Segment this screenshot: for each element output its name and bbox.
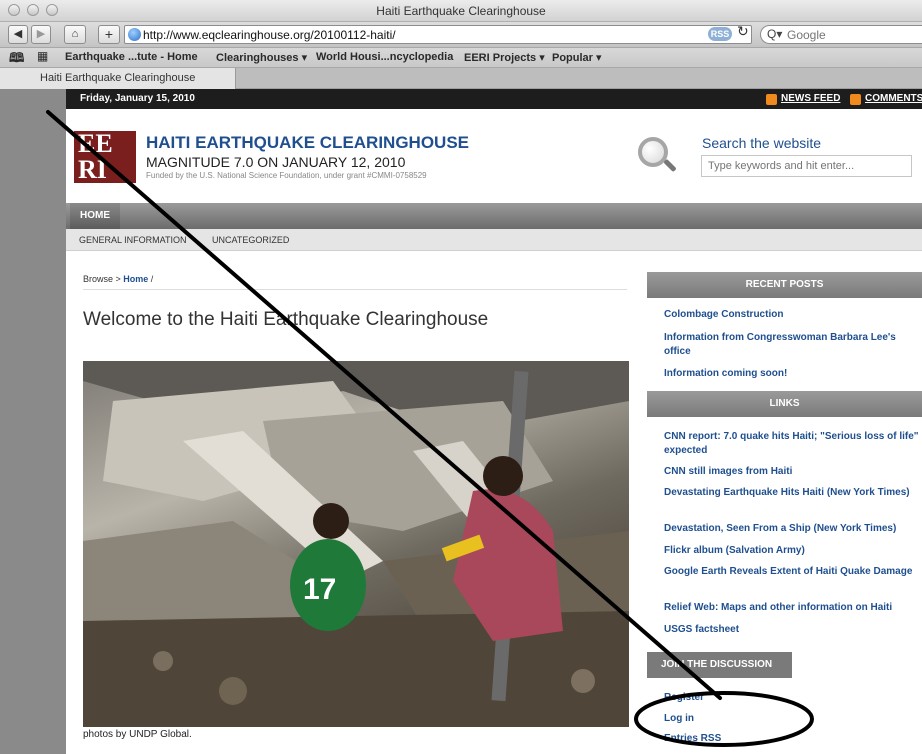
nav-uncategorized[interactable]: UNCATEGORIZED: [212, 235, 289, 245]
magnifier-icon: [638, 137, 677, 175]
jersey-number: 17: [303, 573, 336, 606]
search-bar[interactable]: Q▾: [760, 25, 922, 44]
rss-button[interactable]: RSS: [708, 27, 732, 41]
reload-icon[interactable]: ↻: [737, 23, 749, 40]
eeri-logo[interactable]: EE RI: [74, 131, 136, 183]
breadcrumb-suffix: /: [148, 274, 154, 284]
rss-comments-icon: [850, 94, 861, 105]
search-label: Search the website: [702, 135, 822, 151]
address-bar[interactable]: [124, 25, 752, 44]
site-title[interactable]: HAITI EARTHQUAKE CLEARINGHOUSE: [146, 133, 469, 153]
breadcrumb-prefix: Browse >: [83, 274, 124, 284]
news-feed-link[interactable]: NEWS FEED: [781, 93, 840, 104]
back-arrow-icon: ◀: [13, 28, 23, 40]
date-bar: Friday, January 15, 2010 NEWS FEED COMME…: [66, 89, 922, 109]
links-heading: LINKS: [647, 391, 922, 417]
photo-illustration: 17: [83, 361, 629, 727]
external-link[interactable]: Relief Web: Maps and other information o…: [664, 601, 920, 615]
bookmark-item[interactable]: World Housi...ncyclopedia: [316, 51, 453, 63]
divider: [83, 289, 627, 290]
bookmark-item[interactable]: EERI Projects ▾: [464, 51, 545, 64]
plus-icon: +: [104, 26, 114, 42]
photo-caption: photos by UNDP Global.: [83, 729, 192, 740]
globe-icon: [128, 28, 141, 41]
site-subtitle: MAGNITUDE 7.0 ON JANUARY 12, 2010: [146, 154, 406, 170]
nav-general-information[interactable]: GENERAL INFORMATION: [79, 235, 187, 245]
site-search-input[interactable]: [701, 155, 912, 177]
forward-button[interactable]: ▶: [31, 25, 51, 44]
nav-home[interactable]: HOME: [70, 203, 120, 229]
comments-link[interactable]: COMMENTS: [865, 93, 922, 104]
external-link[interactable]: Devastating Earthquake Hits Haiti (New Y…: [664, 486, 920, 500]
join-discussion-heading: JOIN THE DISCUSSION: [647, 652, 792, 678]
url-input[interactable]: [143, 27, 703, 43]
register-link[interactable]: Register: [664, 691, 920, 705]
tab-haiti[interactable]: Haiti Earthquake Clearinghouse: [0, 68, 236, 89]
external-link[interactable]: Flickr album (Salvation Army): [664, 544, 920, 558]
entries-rss-link[interactable]: Entries RSS: [664, 732, 920, 746]
add-bookmark-button[interactable]: +: [98, 25, 120, 44]
rss-feed-icon: [766, 94, 777, 105]
page-title: Welcome to the Haiti Earthquake Clearing…: [83, 309, 489, 330]
grid-icon[interactable]: ▦: [37, 49, 48, 63]
forward-arrow-icon: ▶: [36, 28, 46, 40]
external-link[interactable]: Google Earth Reveals Extent of Haiti Qua…: [664, 565, 920, 579]
home-button[interactable]: ⌂: [64, 25, 86, 44]
breadcrumb-home[interactable]: Home: [123, 274, 148, 284]
tab-bar: Haiti Earthquake Clearinghouse: [0, 68, 922, 89]
recent-post-link[interactable]: Colombage Construction: [664, 308, 920, 322]
earthquake-rubble-photo: 17: [83, 361, 629, 727]
external-link[interactable]: USGS factsheet: [664, 623, 920, 637]
window-titlebar: Haiti Earthquake Clearinghouse: [0, 0, 922, 22]
window-title: Haiti Earthquake Clearinghouse: [376, 4, 546, 18]
bookmark-item[interactable]: Clearinghouses ▾: [216, 51, 307, 64]
external-link[interactable]: Devastation, Seen From a Ship (New York …: [664, 522, 920, 536]
home-icon: ⌂: [71, 28, 79, 40]
bookmark-item[interactable]: Popular ▾: [552, 51, 602, 64]
back-button[interactable]: ◀: [8, 25, 28, 44]
recent-post-link[interactable]: Information coming soon!: [664, 367, 920, 381]
breadcrumb: Browse > Home /: [83, 274, 153, 284]
search-icon: Q▾: [767, 27, 783, 41]
logo-letters-lower: RI: [78, 155, 107, 183]
current-date: Friday, January 15, 2010: [80, 93, 195, 104]
external-link[interactable]: CNN report: 7.0 quake hits Haiti; "Serio…: [664, 430, 920, 458]
category-nav: GENERAL INFORMATION UNCATEGORIZED: [66, 229, 922, 251]
recent-post-link[interactable]: Information from Congresswoman Barbara L…: [664, 331, 920, 359]
login-link[interactable]: Log in: [664, 712, 920, 726]
main-nav: HOME: [66, 203, 922, 229]
site-funding-note: Funded by the U.S. National Science Foun…: [146, 171, 427, 180]
google-search-input[interactable]: [787, 27, 917, 43]
recent-posts-heading: RECENT POSTS: [647, 272, 922, 298]
bookmarks-bar: 🕮 ▦ Earthquake ...tute - Home Clearingho…: [0, 48, 922, 68]
external-link[interactable]: CNN still images from Haiti: [664, 465, 920, 479]
bookmark-item[interactable]: Earthquake ...tute - Home: [65, 51, 198, 63]
web-page: Friday, January 15, 2010 NEWS FEED COMME…: [66, 89, 922, 754]
